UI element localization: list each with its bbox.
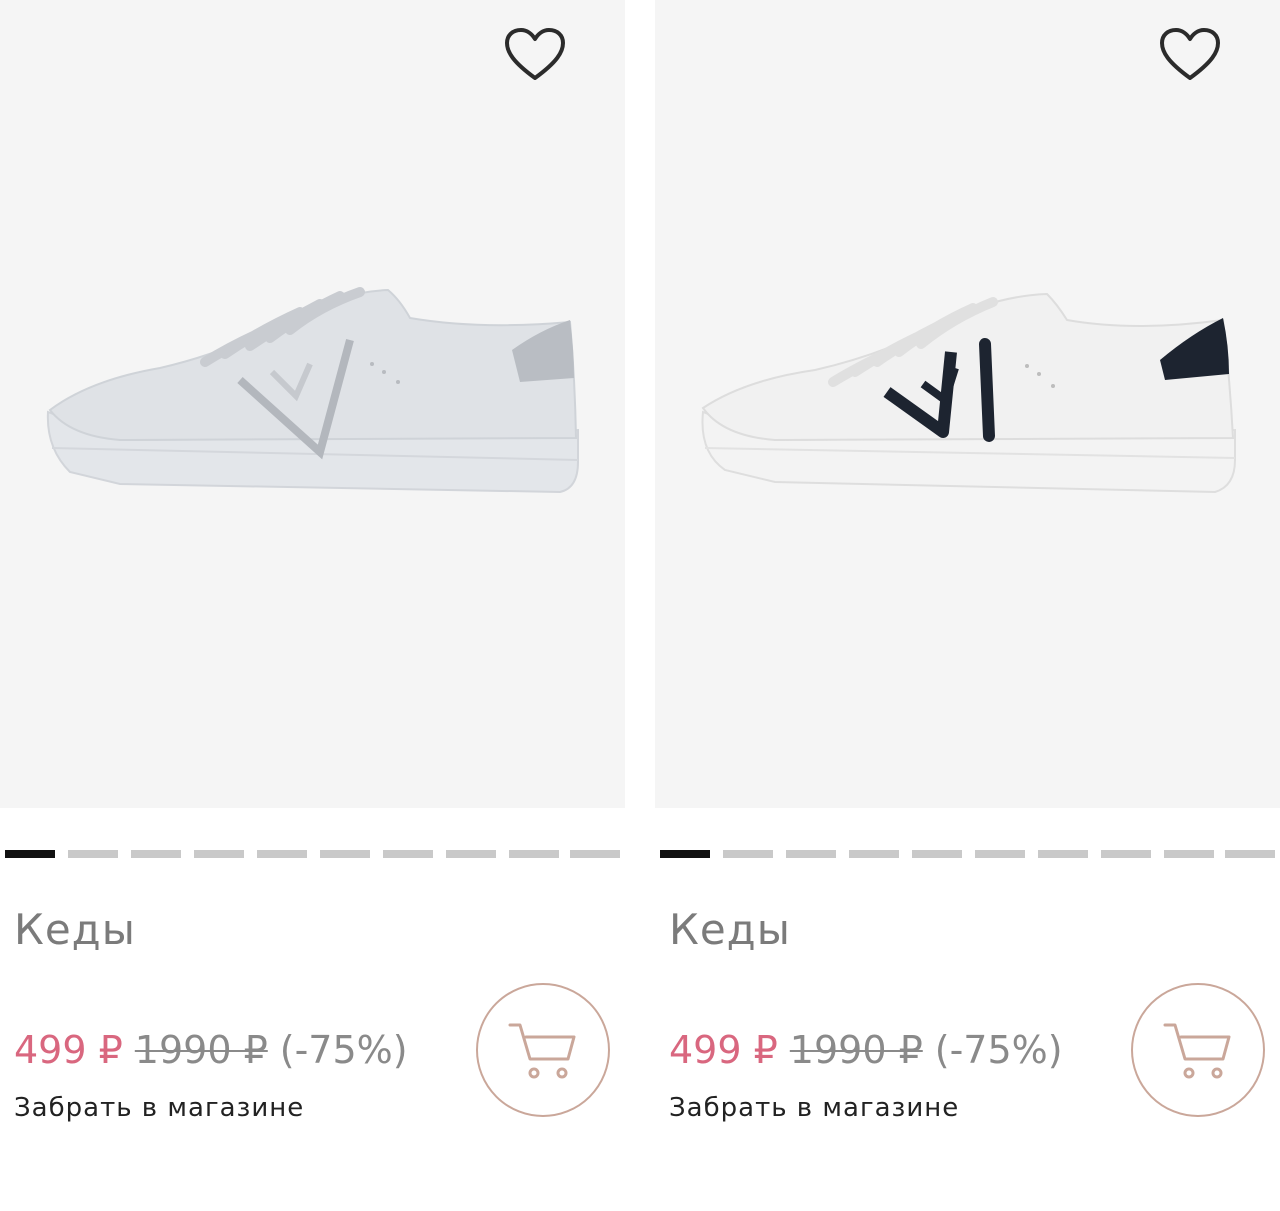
favorite-button[interactable]: [1158, 26, 1222, 84]
price-old: 1990 ₽: [134, 1028, 268, 1072]
product-image[interactable]: [0, 0, 625, 808]
price-current: 499 ₽: [14, 1028, 123, 1072]
carousel-dot[interactable]: [194, 850, 244, 858]
carousel-dot-active[interactable]: [5, 850, 55, 858]
carousel-dot[interactable]: [1164, 850, 1214, 858]
image-carousel-indicator: [5, 850, 620, 860]
carousel-dot[interactable]: [1225, 850, 1275, 858]
carousel-dot[interactable]: [786, 850, 836, 858]
product-title[interactable]: Кеды: [669, 905, 791, 954]
price-current: 499 ₽: [669, 1028, 778, 1072]
carousel-dot[interactable]: [68, 850, 118, 858]
carousel-dot[interactable]: [257, 850, 307, 858]
price-block: 499 ₽1990 ₽ (-75%): [669, 1022, 1063, 1078]
favorite-button[interactable]: [503, 26, 567, 84]
add-to-cart-button[interactable]: [476, 983, 610, 1117]
carousel-dot[interactable]: [912, 850, 962, 858]
carousel-dot[interactable]: [509, 850, 559, 858]
carousel-dot[interactable]: [446, 850, 496, 858]
sneaker-image-silver: [46, 287, 579, 494]
heart-icon: [1160, 28, 1220, 80]
carousel-dot[interactable]: [570, 850, 620, 858]
price-block: 499 ₽1990 ₽ (-75%): [14, 1022, 408, 1078]
add-to-cart-button[interactable]: [1131, 983, 1265, 1117]
discount-percent: (-75%): [934, 1028, 1063, 1072]
heart-icon: [505, 28, 565, 80]
discount-percent: (-75%): [279, 1028, 408, 1072]
product-image[interactable]: [655, 0, 1280, 808]
cart-icon: [508, 1023, 576, 1079]
sneaker-image-black: [701, 292, 1236, 494]
carousel-dot[interactable]: [131, 850, 181, 858]
carousel-dot[interactable]: [320, 850, 370, 858]
product-card[interactable]: Кеды 499 ₽1990 ₽ (-75%) Забрать в магазин…: [0, 0, 625, 1211]
pickup-in-store-label: Забрать в магазине: [14, 1093, 305, 1123]
cart-icon: [1163, 1023, 1231, 1079]
image-carousel-indicator: [660, 850, 1275, 860]
carousel-dot-active[interactable]: [660, 850, 710, 858]
price-old: 1990 ₽: [789, 1028, 923, 1072]
carousel-dot[interactable]: [849, 850, 899, 858]
product-card[interactable]: Кеды 499 ₽1990 ₽ (-75%) Забрать в магазин…: [655, 0, 1280, 1211]
pickup-in-store-label: Забрать в магазине: [669, 1093, 960, 1123]
carousel-dot[interactable]: [383, 850, 433, 858]
carousel-dot[interactable]: [975, 850, 1025, 858]
carousel-dot[interactable]: [1038, 850, 1088, 858]
product-title[interactable]: Кеды: [14, 905, 136, 954]
carousel-dot[interactable]: [723, 850, 773, 858]
carousel-dot[interactable]: [1101, 850, 1151, 858]
